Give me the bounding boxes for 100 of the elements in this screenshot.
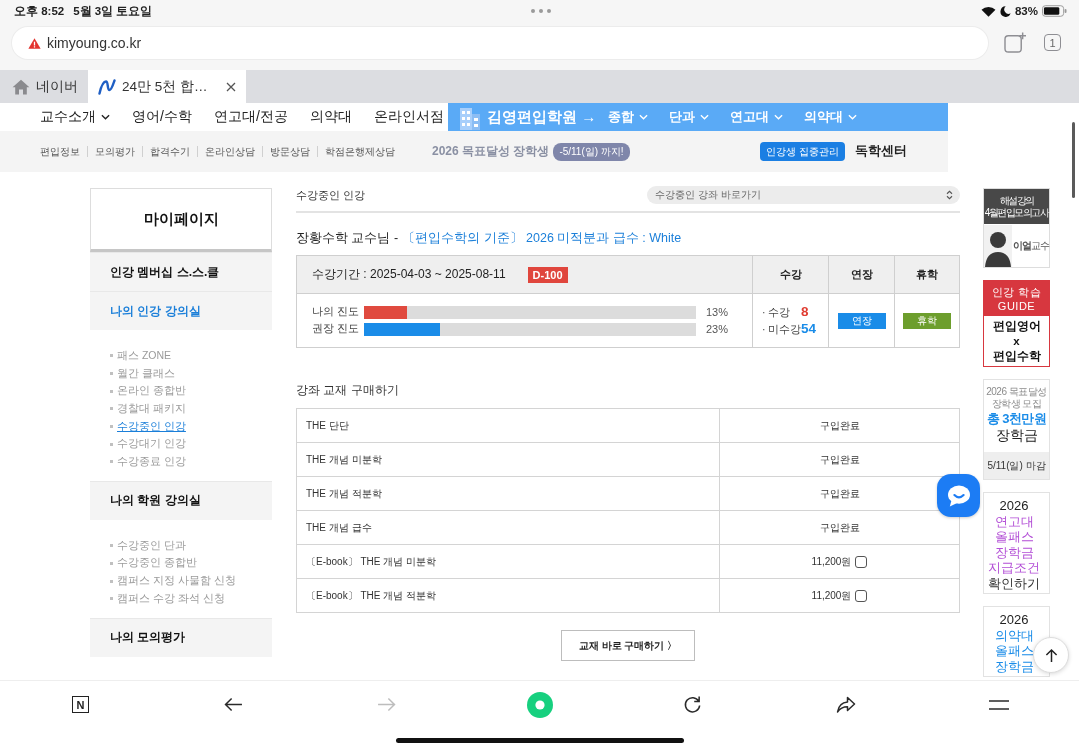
ad-deadline: 5/11(일) 마감: [984, 452, 1049, 479]
ad-text: 장학금: [994, 658, 1034, 674]
status-time: 오후 8:52: [14, 3, 65, 19]
bullet-icon: [110, 579, 113, 583]
bullet-icon: [110, 372, 113, 376]
arrow-up-icon: [1044, 647, 1058, 663]
bullet-icon: [110, 442, 113, 446]
ad-caption: GUIDE: [997, 298, 1036, 313]
ad-text: 확인하기: [988, 575, 1040, 591]
section-heading: 강좌 교재 구매하기: [296, 382, 400, 399]
arrow-left-icon[interactable]: [224, 697, 243, 712]
course-title[interactable]: 〔편입수학의 기준〕 2026 미적분과 급수 : White: [402, 230, 682, 246]
d-day-badge: D-100: [527, 266, 568, 283]
sidebar-section[interactable]: 인강 멤버십 스.스.클: [90, 252, 272, 291]
nav-menu-item[interactable]: 영어/수학: [132, 108, 192, 126]
bullet-icon: [110, 561, 113, 565]
course-jump-select[interactable]: 수강중인 강좌 바로가기: [647, 186, 960, 204]
ad-caption: 인강 학습: [991, 284, 1042, 299]
sub-nav-link[interactable]: 합격수기: [142, 146, 197, 157]
price-text: 11,200원: [811, 554, 852, 569]
bullet-icon: [110, 597, 113, 601]
table-cell-text: 〔E-book〕 THE 개념 적분학: [305, 588, 438, 603]
sub-nav-link[interactable]: 학점은행제상담: [317, 146, 402, 157]
course-period: 수강기간 : 2025-04-03 ~ 2025-08-11: [312, 266, 506, 283]
table-cell: 구입완료: [719, 409, 959, 442]
address-bar[interactable]: kimyoung.co.kr: [12, 27, 988, 59]
ad-caption: 해설강의: [999, 194, 1034, 207]
wifi-icon: [980, 5, 996, 17]
bullet-icon: [110, 407, 113, 411]
sidebar-section[interactable]: 나의 모의평가: [90, 617, 272, 657]
checkbox[interactable]: [855, 555, 868, 568]
sidebar-section[interactable]: 나의 학원 강의실: [90, 480, 272, 520]
ad-text: 장학금: [994, 544, 1034, 560]
price-text: 11,200원: [811, 588, 852, 603]
close-icon[interactable]: [225, 81, 236, 92]
bullet-icon: [110, 544, 113, 548]
progress-label: 나의 진도: [312, 305, 360, 319]
scrollbar-thumb[interactable]: [1072, 122, 1075, 198]
lecture-ad[interactable]: 해설강의 4월편입모의고사 이얼교수: [983, 188, 1050, 268]
ad-caption: 4월편입모의고사: [984, 206, 1049, 219]
menu-icon[interactable]: [988, 699, 1009, 710]
promo-ad[interactable]: 2026 의약대 올패스 장학금: [983, 606, 1050, 677]
buy-textbook-button[interactable]: 교재 바로 구매하기 〉: [561, 630, 695, 661]
study-center-link[interactable]: 독학센터: [855, 143, 907, 160]
extend-button[interactable]: 연장: [837, 312, 886, 329]
reload-icon[interactable]: [683, 695, 702, 714]
column-header: 수강: [752, 256, 828, 293]
sub-nav-link[interactable]: 온라인상담: [197, 146, 262, 157]
nav-menu-item[interactable]: 의약대: [309, 108, 352, 126]
sub-nav-link[interactable]: 방문상담: [262, 146, 317, 157]
ad-text: 올패스: [994, 643, 1034, 659]
battery-icon: [1042, 5, 1067, 17]
sub-nav-link[interactable]: 모의평가: [87, 146, 142, 157]
bullet-icon: [110, 460, 113, 464]
focus-care-button[interactable]: 인강생 집중관리: [760, 142, 845, 161]
nav-menu-item[interactable]: 연고대/전공: [213, 108, 288, 126]
chat-button[interactable]: [937, 474, 980, 517]
logo-icon: [98, 78, 116, 95]
column-header: 연장: [828, 256, 894, 293]
sub-nav-link[interactable]: 편입정보: [40, 146, 87, 157]
ad-text: 올패스: [994, 529, 1034, 545]
count-value: 8: [801, 303, 809, 319]
person-silhouette: [984, 225, 1012, 267]
checkbox[interactable]: [855, 589, 868, 602]
ad-text: 편입영어: [992, 318, 1041, 334]
new-tab-icon[interactable]: [1004, 32, 1027, 53]
scroll-top-button[interactable]: [1033, 637, 1069, 673]
n-square-button[interactable]: N: [72, 696, 89, 713]
more-dots-icon[interactable]: [530, 9, 551, 13]
banner-title: 김영편입학원 →: [487, 107, 597, 127]
sidebar-section[interactable]: 나의 인강 강의실: [90, 291, 272, 330]
ad-text: 장학금: [995, 427, 1038, 444]
guide-ad[interactable]: 인강 학습 GUIDE 편입영어 x 편입수학: [983, 280, 1050, 367]
chevron-down-icon: [774, 114, 784, 120]
browser-tab[interactable]: 24만 5천 합…: [88, 70, 246, 103]
page-heading: 수강중인 인강: [296, 187, 366, 203]
bullet-icon: [110, 354, 113, 358]
tab-count-button[interactable]: 1: [1044, 34, 1061, 51]
chevron-down-icon: [639, 114, 649, 120]
scholarship-ad[interactable]: 2026 목표달성 장학생 모집 총 3천만원 장학금 5/11(일) 마감: [983, 379, 1050, 480]
updown-chevron-icon: [946, 190, 953, 200]
share-icon[interactable]: [835, 696, 856, 713]
bullet-icon: [110, 389, 113, 393]
status-date: 5월 3일 토요일: [73, 3, 153, 19]
sidebar-link[interactable]: 수강중인 인강: [110, 417, 186, 436]
progress-label: 권장 진도: [312, 322, 360, 336]
nav-menu-item[interactable]: 교수소개: [40, 108, 110, 126]
home-icon: [12, 78, 30, 95]
count-value: 54: [801, 320, 817, 336]
battery-percent: 83%: [1014, 5, 1038, 17]
chevron-down-icon: [101, 114, 110, 120]
ad-amount: 총 3천만원: [986, 410, 1047, 427]
moon-icon: [999, 5, 1011, 17]
ad-text: 연고대: [994, 513, 1034, 529]
ad-text: 2026: [999, 612, 1029, 628]
table-cell-text: THE 개념 적분학: [305, 486, 383, 501]
table-cell-text: THE 개념 미분학: [305, 452, 383, 467]
promo-ad[interactable]: 2026 연고대 올패스 장학금 지급조건 확인하기: [983, 492, 1050, 594]
nav-menu-item[interactable]: 온라인서점: [373, 108, 444, 126]
browser-tab[interactable]: 네이버: [0, 70, 88, 103]
